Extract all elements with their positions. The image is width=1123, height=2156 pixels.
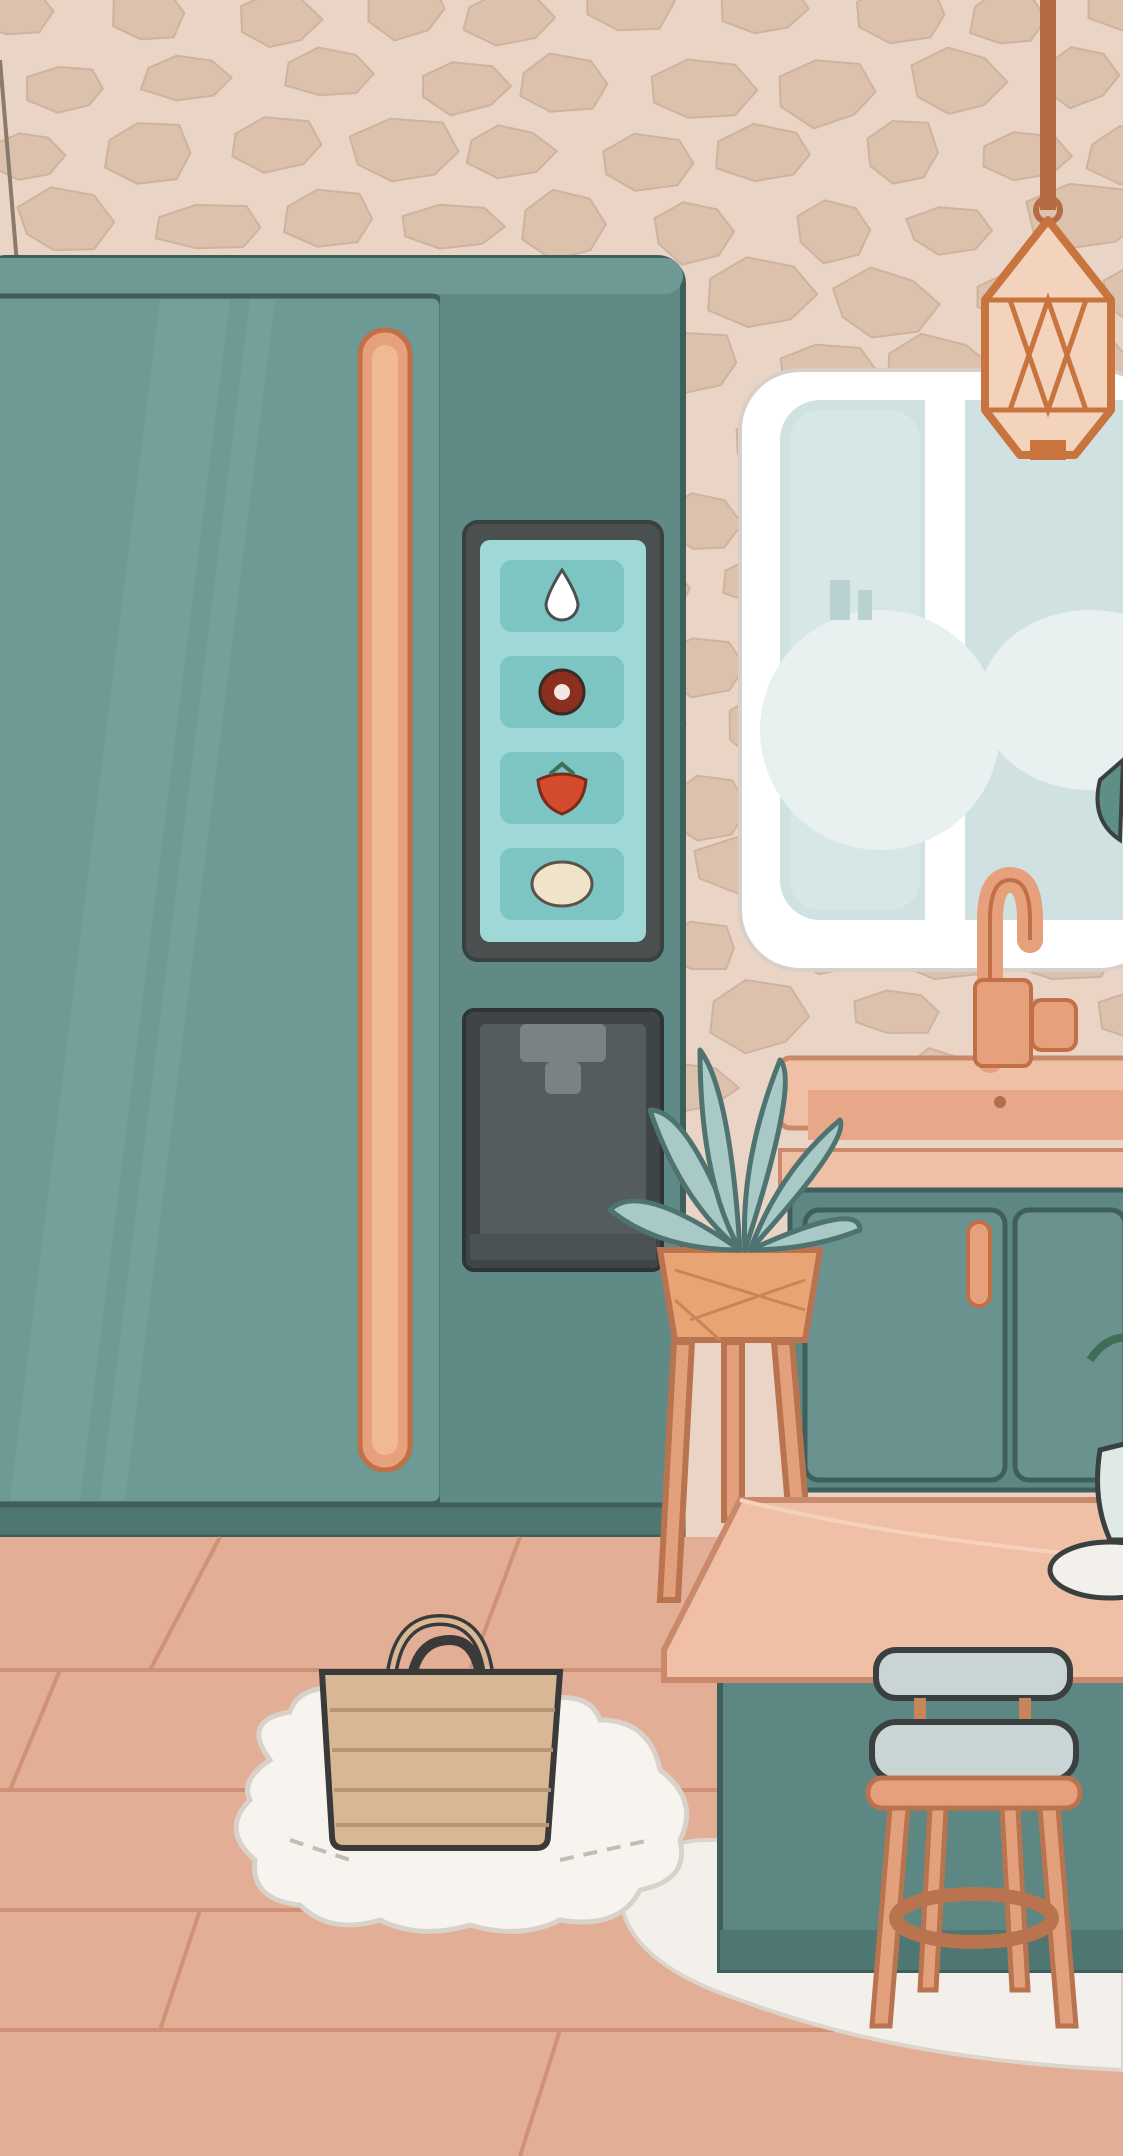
dispenser-spout[interactable] [462, 1008, 664, 1272]
kitchen-scene [0, 0, 1123, 2156]
refrigerator[interactable] [0, 255, 686, 1540]
lemon-icon [530, 860, 594, 908]
cabinet-handle[interactable] [966, 1220, 992, 1308]
fridge-handle[interactable] [357, 327, 413, 1473]
kitchen-counter[interactable] [777, 1055, 1123, 1493]
wall-stone [969, 0, 1047, 45]
drink-dispenser [462, 520, 664, 1272]
dispenser-option-cola[interactable] [500, 656, 624, 728]
dispenser-option-water[interactable] [500, 560, 624, 632]
dispenser-option-lemon[interactable] [500, 848, 624, 920]
dispenser-option-strawberry[interactable] [500, 752, 624, 824]
